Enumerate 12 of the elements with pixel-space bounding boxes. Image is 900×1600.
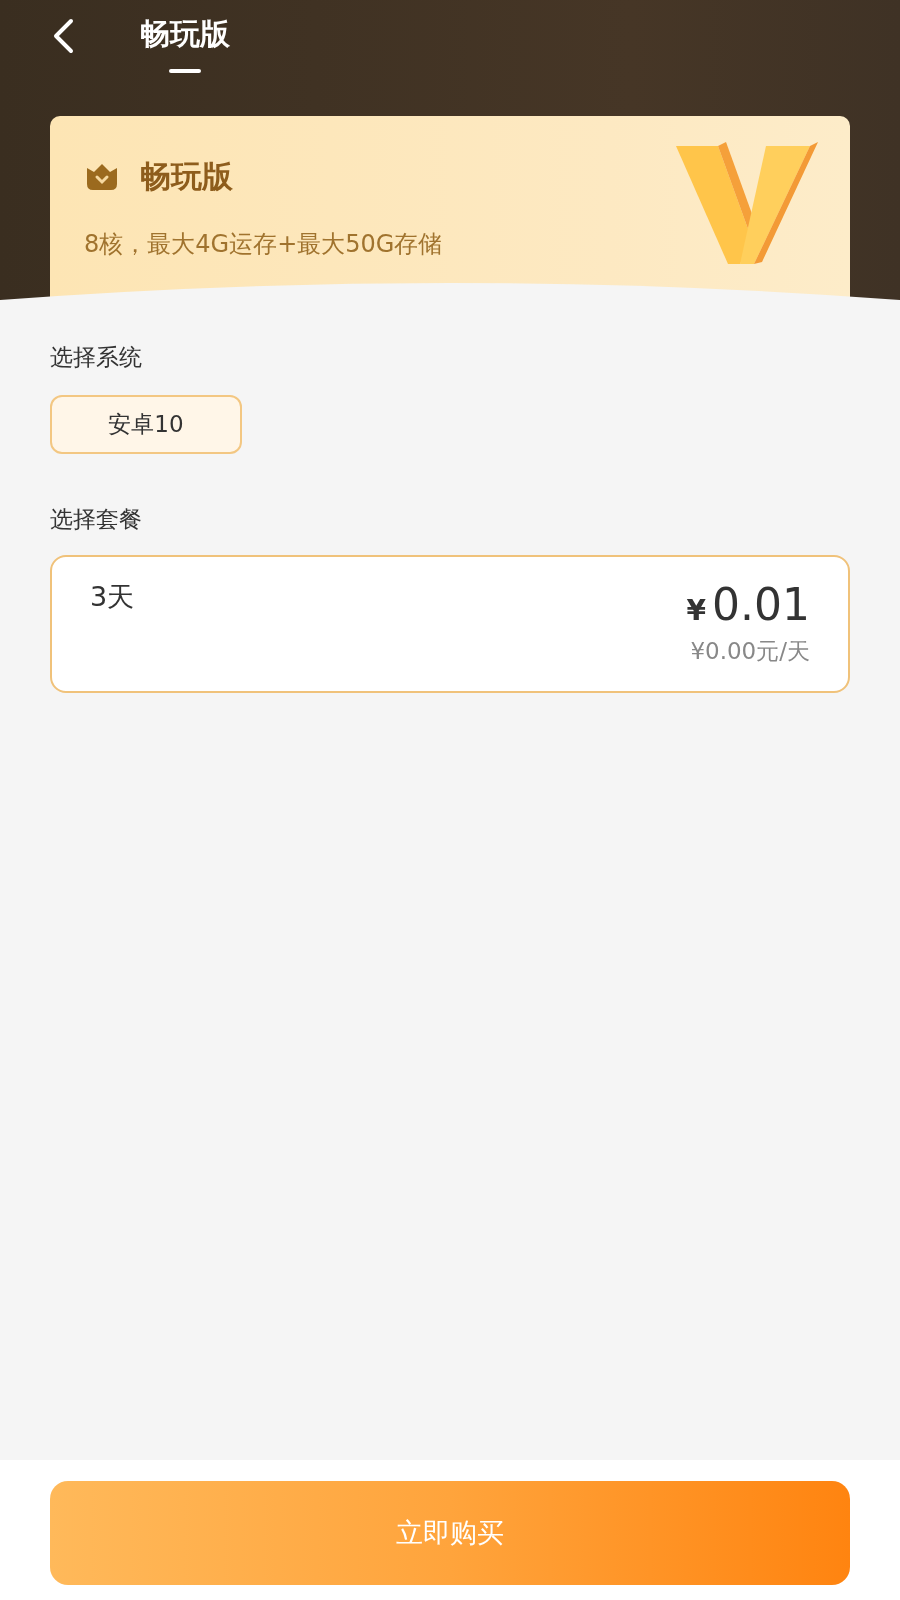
package-duration: 3天 <box>90 580 135 614</box>
plan-spec: 8核，最大4G运存+最大50G存储 <box>84 229 443 260</box>
system-option[interactable]: 安卓10 <box>50 395 242 454</box>
back-icon[interactable] <box>52 18 74 54</box>
currency-symbol: ¥ <box>686 594 707 627</box>
section-label: 选择系统 <box>50 343 142 372</box>
price-per-day: ¥0.00元/天 <box>690 636 810 667</box>
plan-title: 畅玩版 <box>140 157 233 196</box>
package-price: 0.01 <box>712 579 810 630</box>
section-label: 选择套餐 <box>50 505 142 534</box>
package-option[interactable]: 3天 ¥0.01 ¥0.00元/天 <box>50 555 850 693</box>
nav-tab[interactable]: 畅玩版 <box>140 14 230 73</box>
